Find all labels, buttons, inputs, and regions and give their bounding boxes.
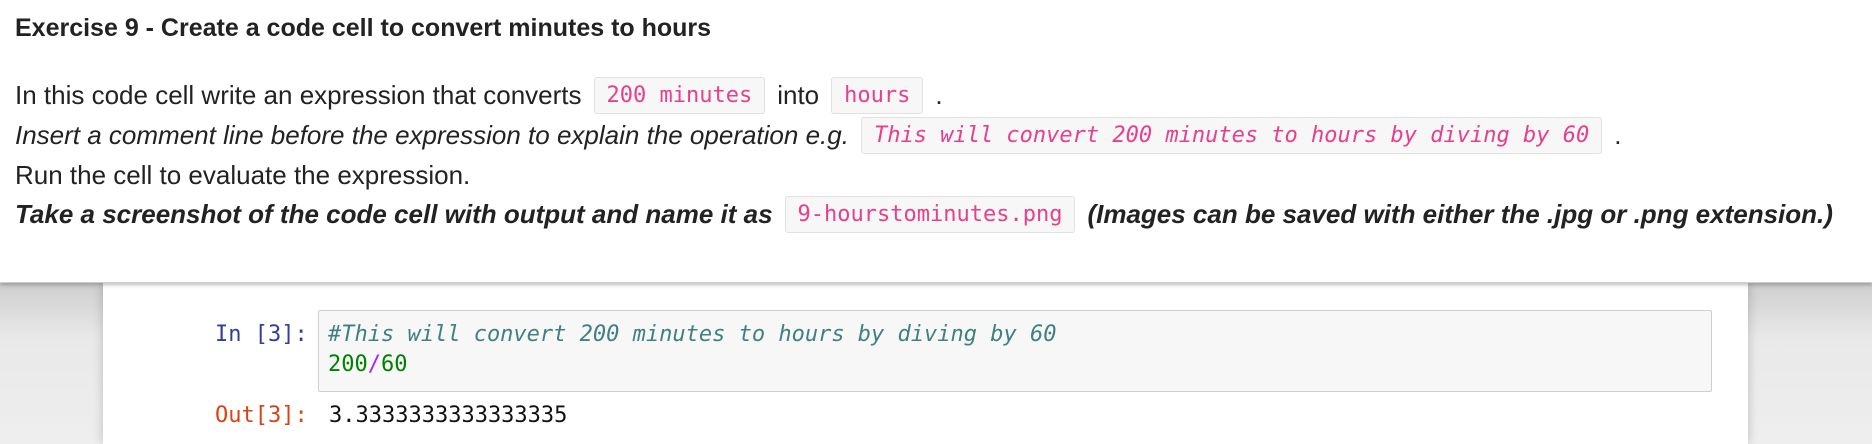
notebook-container: In [3]: #This will convert 200 minutes t… xyxy=(103,282,1748,444)
instruction-text: Run the cell to evaluate the expression. xyxy=(15,160,471,190)
code-operator: / xyxy=(367,352,381,377)
markdown-cell[interactable]: Exercise 9 - Create a code cell to conve… xyxy=(0,0,1872,283)
instruction-line-1: In this code cell write an expression th… xyxy=(15,77,943,114)
instruction-line-4: Take a screenshot of the code cell with … xyxy=(15,196,1833,233)
instruction-text: In this code cell write an expression th… xyxy=(15,80,582,110)
input-prompt: In [3]: xyxy=(215,322,308,347)
code-number: 200 xyxy=(328,352,368,377)
instruction-line-2: Insert a comment line before the express… xyxy=(15,117,1621,154)
inline-code-comment-example: This will convert 200 minutes to hours b… xyxy=(860,117,1603,154)
instruction-text: Insert a comment line before the express… xyxy=(15,120,849,150)
code-comment: #This will convert 200 minutes to hours … xyxy=(328,322,1057,347)
inline-code-hours: hours xyxy=(831,77,924,114)
inline-code-filename: 9-hourstominutes.png xyxy=(784,196,1076,233)
code-expression: 200/60 xyxy=(328,352,408,377)
instruction-line-3: Run the cell to evaluate the expression. xyxy=(15,160,470,191)
output-prompt: Out[3]: xyxy=(215,403,308,428)
instruction-text: (Images can be saved with either the .jp… xyxy=(1087,199,1833,229)
notebook-background: In [3]: #This will convert 200 minutes t… xyxy=(0,282,1872,444)
inline-code-minutes: 200 minutes xyxy=(593,77,766,114)
code-number: 60 xyxy=(381,352,408,377)
instruction-text: Take a screenshot of the code cell with … xyxy=(15,199,773,229)
instruction-text: . xyxy=(935,80,943,110)
cell-output: 3.3333333333333335 xyxy=(329,403,568,428)
code-cell-input[interactable]: #This will convert 200 minutes to hours … xyxy=(318,310,1712,392)
instruction-text: into xyxy=(777,80,820,110)
instruction-text: . xyxy=(1614,120,1622,150)
exercise-heading: Exercise 9 - Create a code cell to conve… xyxy=(15,14,712,42)
